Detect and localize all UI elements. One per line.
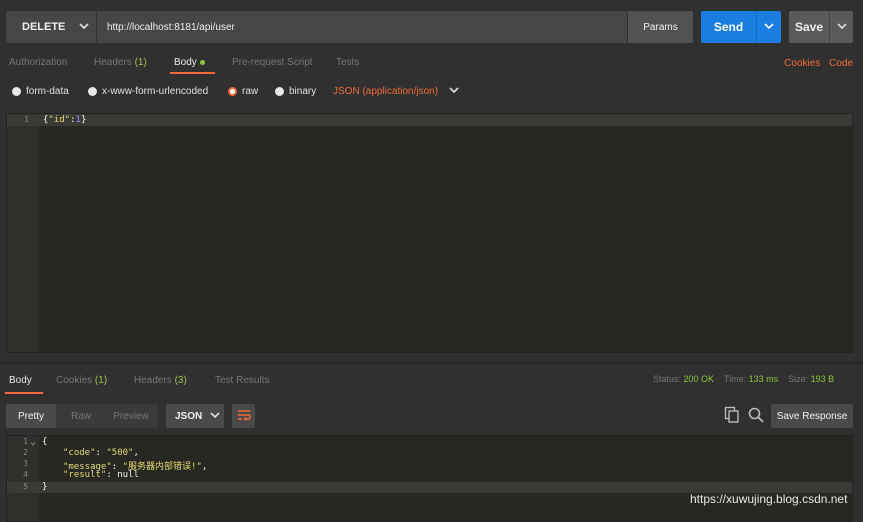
request-body-code: {"id":1}: [43, 115, 86, 125]
save-response-label: Save Response: [776, 410, 848, 422]
response-tab-body[interactable]: Body: [9, 375, 32, 386]
radio-form-data-label: form-data: [26, 86, 69, 97]
save-response-button[interactable]: Save Response: [771, 404, 853, 428]
radio-circle-icon: [88, 87, 97, 96]
url-text: http://localhost:8181/api/user: [107, 21, 235, 33]
radio-raw-label: raw: [242, 86, 259, 97]
cookies-link[interactable]: Cookies: [784, 58, 820, 69]
size-label: Size:: [788, 374, 809, 384]
format-select[interactable]: JSON: [166, 404, 224, 428]
watermark-text: https://xuwujing.blog.csdn.net: [690, 492, 848, 506]
json-value: "500": [106, 448, 134, 458]
search-icon[interactable]: [747, 406, 765, 424]
tab-authorization[interactable]: Authorization: [9, 57, 67, 68]
radio-urlencoded[interactable]: x-www-form-urlencoded: [88, 86, 208, 97]
response-tab-headers[interactable]: Headers (3): [134, 375, 187, 386]
section-divider: [0, 362, 863, 364]
brace-close: }: [80, 115, 87, 125]
content-type-select[interactable]: JSON (application/json): [333, 86, 459, 97]
radio-circle-icon: [275, 87, 284, 96]
line-number: 2: [23, 448, 28, 457]
fold-caret-icon[interactable]: [30, 438, 36, 450]
save-chevron-down-icon[interactable]: [830, 22, 853, 32]
response-body-viewer[interactable]: 1 2 3 4 5 { "code": "500", "message": "服…: [6, 435, 853, 522]
content-type-label: JSON (application/json): [333, 86, 439, 97]
postman-window: DELETE http://localhost:8181/api/user Pa…: [0, 0, 863, 522]
tab-tests[interactable]: Tests: [336, 57, 359, 68]
line-number: 1: [23, 437, 28, 446]
tab-prerequest-script[interactable]: Pre-request Script: [232, 57, 313, 68]
request-tabs: Authorization Headers (1) Body Pre-reque…: [0, 52, 863, 74]
line-number: 5: [23, 482, 28, 491]
json-key: "code": [63, 448, 96, 458]
params-button[interactable]: Params: [628, 11, 693, 43]
request-body-editor[interactable]: 1 {"id":1}: [6, 113, 853, 353]
editor-gutter: [7, 114, 39, 352]
tab-headers[interactable]: Headers (1): [94, 57, 147, 68]
status-label: Status:: [653, 374, 682, 384]
save-label: Save: [794, 20, 824, 34]
pretty-button[interactable]: Pretty: [6, 404, 56, 428]
line-number: 1: [24, 115, 29, 124]
radio-form-data[interactable]: form-data: [12, 86, 69, 97]
tab-body[interactable]: Body: [174, 57, 205, 68]
json-key: "id": [48, 115, 71, 125]
chevron-down-icon: [449, 86, 459, 97]
params-label: Params: [643, 21, 678, 33]
preview-button[interactable]: Preview: [106, 404, 156, 428]
line-number: 3: [23, 459, 28, 468]
format-label: JSON: [175, 410, 203, 422]
line-number: 4: [23, 470, 28, 479]
json-value: null: [117, 470, 139, 480]
method-label: DELETE: [22, 21, 66, 33]
chevron-down-icon: [210, 411, 220, 422]
tab-body-label: Body: [174, 57, 197, 68]
response-status: Status: 200 OK Time: 133 ms Size: 193 B: [653, 374, 834, 384]
request-right-links: Cookies Code: [778, 58, 853, 69]
send-label: Send: [713, 20, 744, 34]
json-key: "result": [63, 470, 107, 480]
radio-selected-icon: [228, 87, 237, 96]
radio-urlencoded-label: x-www-form-urlencoded: [102, 86, 209, 97]
status-value: 200 OK: [683, 374, 715, 384]
send-chevron-down-icon[interactable]: [757, 22, 781, 32]
radio-binary-label: binary: [289, 86, 317, 97]
response-tab-headers-label: Headers: [134, 375, 172, 386]
time-value: 133 ms: [748, 374, 779, 384]
response-tab-test-results[interactable]: Test Results: [215, 375, 269, 386]
save-button[interactable]: Save: [789, 11, 853, 43]
wrap-lines-icon: [237, 409, 251, 424]
view-mode-toggle: Pretty Raw Preview: [6, 404, 158, 428]
url-input[interactable]: http://localhost:8181/api/user: [97, 11, 627, 43]
request-bar: DELETE: [6, 11, 96, 43]
radio-raw[interactable]: raw: [228, 86, 258, 97]
response-cookies-count: (1): [94, 375, 108, 386]
size-value: 193 B: [810, 374, 835, 384]
code-link[interactable]: Code: [829, 58, 853, 69]
active-tab-underline: [170, 72, 215, 74]
copy-icon[interactable]: [724, 406, 740, 424]
radio-circle-icon: [12, 87, 21, 96]
response-headers-count: (3): [174, 375, 187, 386]
chevron-down-icon: [79, 21, 89, 33]
response-tab-cookies[interactable]: Cookies (1): [56, 375, 107, 386]
method-select[interactable]: DELETE: [6, 11, 96, 43]
tab-headers-label: Headers: [94, 57, 132, 68]
body-active-dot-icon: [199, 59, 205, 65]
json-open-brace: {: [42, 437, 48, 447]
radio-binary[interactable]: binary: [275, 86, 316, 97]
active-line-highlight: [7, 114, 852, 126]
raw-button[interactable]: Raw: [56, 404, 106, 428]
json-close-brace: }: [42, 482, 48, 492]
response-tab-cookies-label: Cookies: [56, 375, 93, 386]
wrap-lines-button[interactable]: [232, 404, 255, 428]
json-line-result: "result": null: [63, 470, 139, 480]
headers-count: (1): [134, 57, 147, 68]
send-button[interactable]: Send: [701, 11, 781, 43]
json-line-code: "code": "500",: [63, 448, 139, 458]
time-label: Time:: [723, 374, 747, 384]
active-response-tab-underline: [5, 392, 43, 394]
